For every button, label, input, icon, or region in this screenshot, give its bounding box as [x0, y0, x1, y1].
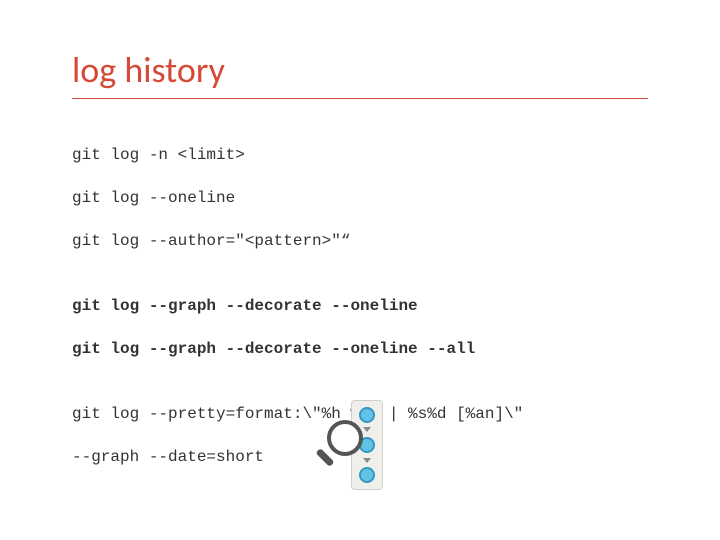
magnifier-icon [317, 418, 375, 476]
code-line: git log --oneline [72, 188, 648, 210]
code-line-emphasis: git log --graph --decorate --oneline [72, 296, 648, 318]
code-line: git log --author="<pattern>"“ [72, 231, 648, 253]
code-line: git log -n <limit> [72, 145, 648, 167]
log-history-illustration [315, 396, 405, 496]
code-line-emphasis: git log --graph --decorate --oneline --a… [72, 339, 648, 361]
page-title: log history [72, 48, 648, 99]
